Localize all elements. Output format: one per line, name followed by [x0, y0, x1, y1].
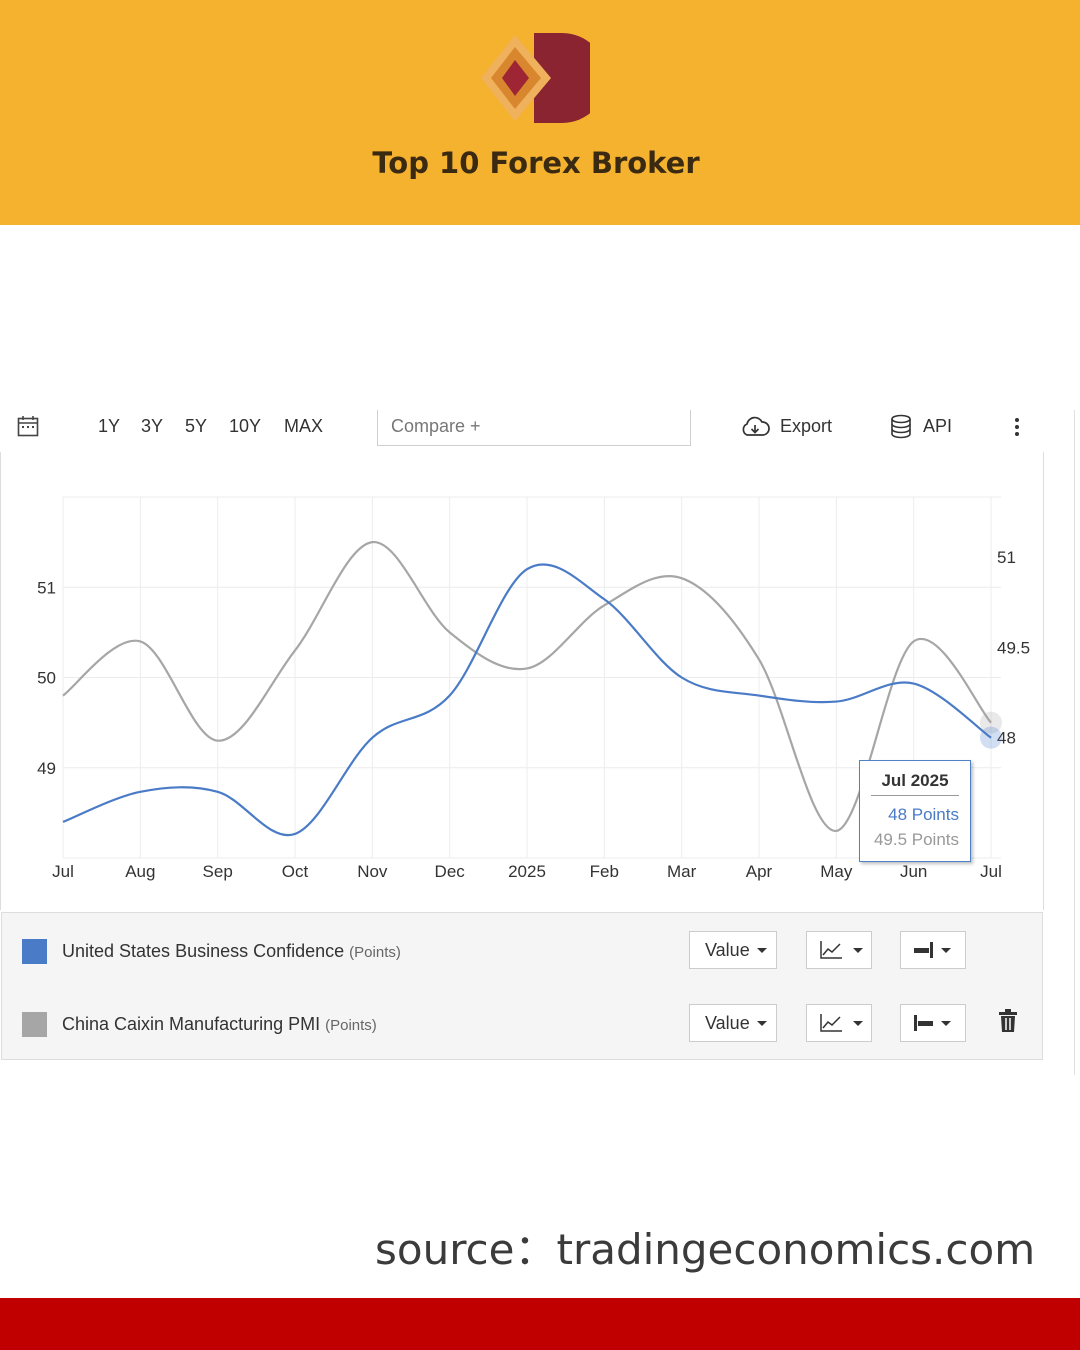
chart-screenshot: 1Y 3Y 5Y 10Y MAX Compare + Export API 51…: [0, 410, 1044, 1065]
legend-label-us: United States Business Confidence (Points…: [62, 941, 401, 962]
tooltip-divider: [871, 795, 959, 796]
trash-icon[interactable]: [998, 1009, 1018, 1033]
x-tick-label: Jul: [980, 862, 1002, 881]
line-chart-icon: [820, 941, 842, 959]
x-tick-label: Sep: [203, 862, 233, 881]
x-tick-label: Jul: [52, 862, 74, 881]
export-button[interactable]: Export: [780, 416, 832, 437]
chart-toolbar: 1Y 3Y 5Y 10Y MAX Compare + Export API: [0, 410, 1044, 452]
chart-type-dropdown-us[interactable]: [806, 931, 872, 969]
y-tick-label-left: 50: [37, 669, 56, 688]
value-dropdown-us[interactable]: Value: [689, 931, 777, 969]
brand-logo: [481, 33, 590, 123]
legend-swatch-us: [22, 939, 47, 964]
source-caption: source：tradingeconomics.com: [375, 1225, 1036, 1274]
x-tick-label: Oct: [282, 862, 309, 881]
x-tick-label: Mar: [667, 862, 697, 881]
chart-panel: 51 50 49 51 49.5 48 Jul Aug Sep Oct Nov Dec 2025 Feb M…: [0, 452, 1044, 910]
legend-swatch-china: [22, 1012, 47, 1037]
axis-right-icon: [914, 942, 933, 958]
chevron-down-icon: [941, 948, 951, 953]
chevron-down-icon: [853, 1021, 863, 1026]
axis-dropdown-china[interactable]: [900, 1004, 966, 1042]
range-5y[interactable]: 5Y: [185, 416, 207, 437]
axis-left-icon: [914, 1015, 933, 1031]
axis-dropdown-us[interactable]: [900, 931, 966, 969]
x-tick-label: Aug: [125, 862, 155, 881]
calendar-icon[interactable]: [17, 415, 39, 437]
x-tick-label: Dec: [435, 862, 466, 881]
tooltip-value-us: 48 Points: [888, 805, 959, 824]
compare-placeholder: Compare +: [391, 416, 481, 436]
legend-row-us: United States Business Confidence (Points…: [2, 931, 1042, 971]
tooltip-value-china: 49.5 Points: [873, 830, 959, 849]
series-unit-china: (Points): [325, 1017, 377, 1034]
chevron-down-icon: [757, 1021, 767, 1026]
chart-type-dropdown-china[interactable]: [806, 1004, 872, 1042]
legend-row-china: China Caixin Manufacturing PMI (Points) V…: [2, 1004, 1042, 1044]
hover-marker-us: [980, 726, 1002, 749]
y-tick-label-right: 51: [997, 548, 1016, 567]
compare-input[interactable]: Compare +: [377, 410, 691, 446]
x-tick-label: 2025: [508, 862, 546, 881]
chart-tooltip: Jul 2025 48 Points 49.5 Points: [859, 760, 971, 862]
line-chart-icon: [820, 1014, 842, 1032]
page-edge-fragment: [1074, 410, 1080, 1075]
cloud-download-icon[interactable]: [739, 416, 771, 438]
series-name-china: China Caixin Manufacturing PMI: [62, 1014, 321, 1034]
x-tick-label: May: [820, 862, 853, 881]
x-tick-label: Jun: [900, 862, 927, 881]
series-unit-us: (Points): [349, 944, 401, 961]
value-dropdown-china[interactable]: Value: [689, 1004, 777, 1042]
brand-title: Top 10 Forex Broker: [372, 146, 700, 180]
bottom-bar: [0, 1298, 1080, 1350]
legend-label-china: China Caixin Manufacturing PMI (Points): [62, 1014, 377, 1035]
value-dropdown-label: Value: [705, 940, 750, 960]
vertical-dots-icon[interactable]: [1012, 417, 1022, 437]
chevron-down-icon: [757, 948, 767, 953]
x-tick-label: Feb: [590, 862, 619, 881]
series-name-us: United States Business Confidence: [62, 941, 345, 961]
y-tick-label-left: 49: [37, 759, 56, 778]
range-3y[interactable]: 3Y: [141, 416, 163, 437]
tooltip-date: Jul 2025: [881, 771, 949, 790]
api-button[interactable]: API: [923, 416, 952, 437]
brand-header: Top 10 Forex Broker: [0, 0, 1080, 225]
chevron-down-icon: [853, 948, 863, 953]
x-tick-label: Nov: [357, 862, 388, 881]
x-tick-label: Apr: [746, 862, 773, 881]
y-tick-label-right: 49.5: [997, 638, 1030, 657]
database-icon[interactable]: [890, 414, 912, 440]
chevron-down-icon: [941, 1021, 951, 1026]
legend-panel: United States Business Confidence (Points…: [1, 912, 1043, 1060]
value-dropdown-label: Value: [705, 1013, 750, 1033]
range-10y[interactable]: 10Y: [229, 416, 261, 437]
range-1y[interactable]: 1Y: [98, 416, 120, 437]
y-tick-label-left: 51: [37, 578, 56, 597]
range-max[interactable]: MAX: [284, 416, 323, 437]
